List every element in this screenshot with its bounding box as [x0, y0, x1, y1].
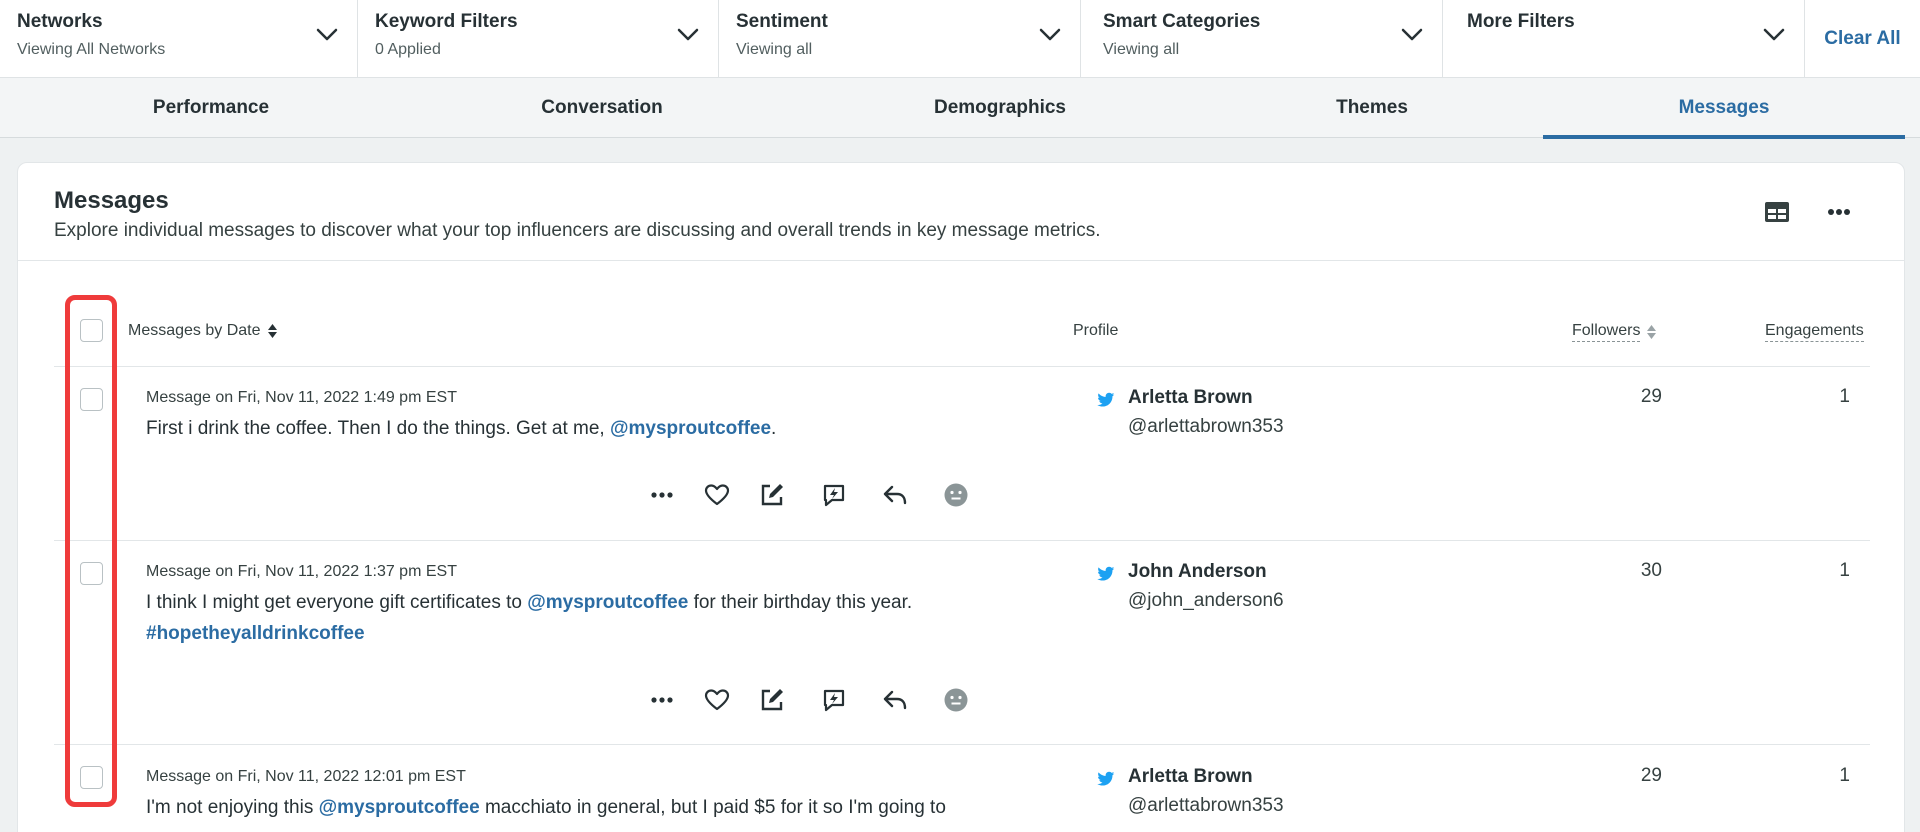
filter-title: Keyword Filters	[375, 11, 518, 32]
filter-bar: Networks Viewing All Networks Keyword Fi…	[0, 0, 1920, 78]
report-tabs: Performance Conversation Demographics Th…	[0, 78, 1920, 139]
card-title: Messages	[54, 187, 169, 214]
col-profile: Profile	[1073, 322, 1118, 340]
hashtag-link[interactable]: #hopetheyalldrinkcoffee	[146, 623, 365, 644]
message-text-part: .	[771, 418, 777, 439]
mention-link[interactable]: @mysproutcoffee	[319, 797, 480, 818]
quick-reply-icon[interactable]	[820, 481, 848, 509]
chevron-down-icon	[1401, 28, 1423, 41]
smart-categories-filter[interactable]: Smart Categories Viewing all	[1081, 0, 1443, 78]
edit-icon[interactable]	[758, 481, 786, 509]
message-text: First i drink the coffee. Then I do the …	[146, 413, 1046, 444]
message-text-part: First i drink the coffee. Then I do the …	[146, 418, 610, 439]
profile-handle: @john_anderson6	[1128, 590, 1284, 611]
heart-icon[interactable]	[703, 686, 731, 714]
twitter-icon	[1097, 566, 1115, 581]
engagements-count: 1	[1839, 765, 1850, 786]
message-text-part: I'm not enjoying this	[146, 797, 319, 818]
card-description: Explore individual messages to discover …	[54, 220, 1101, 241]
chevron-down-icon	[1039, 28, 1061, 41]
profile-name[interactable]: John Anderson	[1128, 561, 1267, 583]
quick-reply-icon[interactable]	[820, 686, 848, 714]
tab-conversation[interactable]: Conversation	[422, 78, 782, 138]
message-text: I'm not enjoying this @mysproutcoffee ma…	[146, 792, 1046, 823]
twitter-icon	[1097, 771, 1115, 786]
chevron-down-icon	[316, 28, 338, 41]
chevron-down-icon	[677, 28, 699, 41]
column-label: Messages by Date	[128, 322, 261, 339]
divider	[54, 366, 1870, 367]
engagements-count: 1	[1839, 386, 1850, 407]
keyword-filters-filter[interactable]: Keyword Filters 0 Applied	[358, 0, 719, 78]
message-meta: Message on Fri, Nov 11, 2022 1:37 pm EST	[146, 563, 457, 580]
sentiment-neutral-icon[interactable]	[942, 686, 970, 714]
sort-icon	[1647, 325, 1657, 339]
tab-themes[interactable]: Themes	[1220, 78, 1524, 138]
mention-link[interactable]: @mysproutcoffee	[610, 418, 771, 439]
table-view-icon[interactable]	[1762, 197, 1792, 227]
col-engagements[interactable]: Engagements	[1765, 322, 1864, 342]
tab-messages[interactable]: Messages	[1543, 78, 1905, 139]
profile-handle: @arlettabrown353	[1128, 795, 1284, 816]
message-meta: Message on Fri, Nov 11, 2022 12:01 pm ES…	[146, 768, 466, 785]
sentiment-filter[interactable]: Sentiment Viewing all	[719, 0, 1081, 78]
message-meta: Message on Fri, Nov 11, 2022 1:49 pm EST	[146, 389, 457, 406]
reply-icon[interactable]	[881, 481, 909, 509]
divider	[54, 744, 1870, 745]
message-text-part: I think I might get everyone gift certif…	[146, 592, 528, 613]
row-checkbox[interactable]	[80, 766, 103, 789]
divider	[54, 540, 1870, 541]
ellipsis-icon[interactable]	[648, 686, 676, 714]
twitter-icon	[1097, 392, 1115, 407]
chevron-down-icon	[1763, 28, 1785, 41]
filter-subtitle: Viewing all	[736, 41, 813, 58]
clear-all-button[interactable]: Clear All	[1805, 0, 1920, 77]
profile-name[interactable]: Arletta Brown	[1128, 766, 1253, 788]
mention-link[interactable]: @mysproutcoffee	[527, 592, 688, 613]
profile-handle: @arlettabrown353	[1128, 416, 1284, 437]
col-messages-by-date[interactable]: Messages by Date	[128, 322, 278, 340]
followers-count: 30	[1640, 560, 1662, 581]
filter-subtitle: Viewing all	[1103, 41, 1180, 58]
tab-demographics[interactable]: Demographics	[840, 78, 1160, 138]
heart-icon[interactable]	[703, 481, 731, 509]
col-followers[interactable]: Followers	[1572, 322, 1657, 342]
tab-performance[interactable]: Performance	[0, 78, 422, 138]
column-label: Profile	[1073, 322, 1119, 339]
filter-title: Smart Categories	[1103, 11, 1261, 32]
sort-icon	[267, 324, 277, 338]
ellipsis-icon[interactable]	[648, 481, 676, 509]
networks-filter[interactable]: Networks Viewing All Networks	[0, 0, 358, 78]
row-checkbox[interactable]	[80, 388, 103, 411]
more-icon[interactable]	[1824, 197, 1854, 227]
filter-title: More Filters	[1467, 11, 1575, 32]
edit-icon[interactable]	[758, 686, 786, 714]
column-label: Engagements	[1765, 322, 1864, 342]
more-filters-filter[interactable]: More Filters	[1443, 0, 1805, 78]
sentiment-neutral-icon[interactable]	[942, 481, 970, 509]
filter-subtitle: 0 Applied	[375, 41, 441, 58]
followers-count: 29	[1640, 765, 1662, 786]
filter-title: Networks	[17, 11, 103, 32]
message-text: I think I might get everyone gift certif…	[146, 587, 1046, 649]
engagements-count: 1	[1839, 560, 1850, 581]
profile-name[interactable]: Arletta Brown	[1128, 387, 1253, 409]
card-header: Messages Explore individual messages to …	[18, 163, 1904, 261]
select-all-checkbox[interactable]	[80, 319, 103, 342]
reply-icon[interactable]	[881, 686, 909, 714]
filter-subtitle: Viewing All Networks	[17, 41, 166, 58]
message-text-part: for their birthday this year.	[688, 592, 913, 613]
filter-title: Sentiment	[736, 11, 828, 32]
message-text-part: macchiato in general, but I paid $5 for …	[479, 797, 946, 818]
column-label: Followers	[1572, 322, 1641, 342]
row-checkbox[interactable]	[80, 562, 103, 585]
followers-count: 29	[1640, 386, 1662, 407]
